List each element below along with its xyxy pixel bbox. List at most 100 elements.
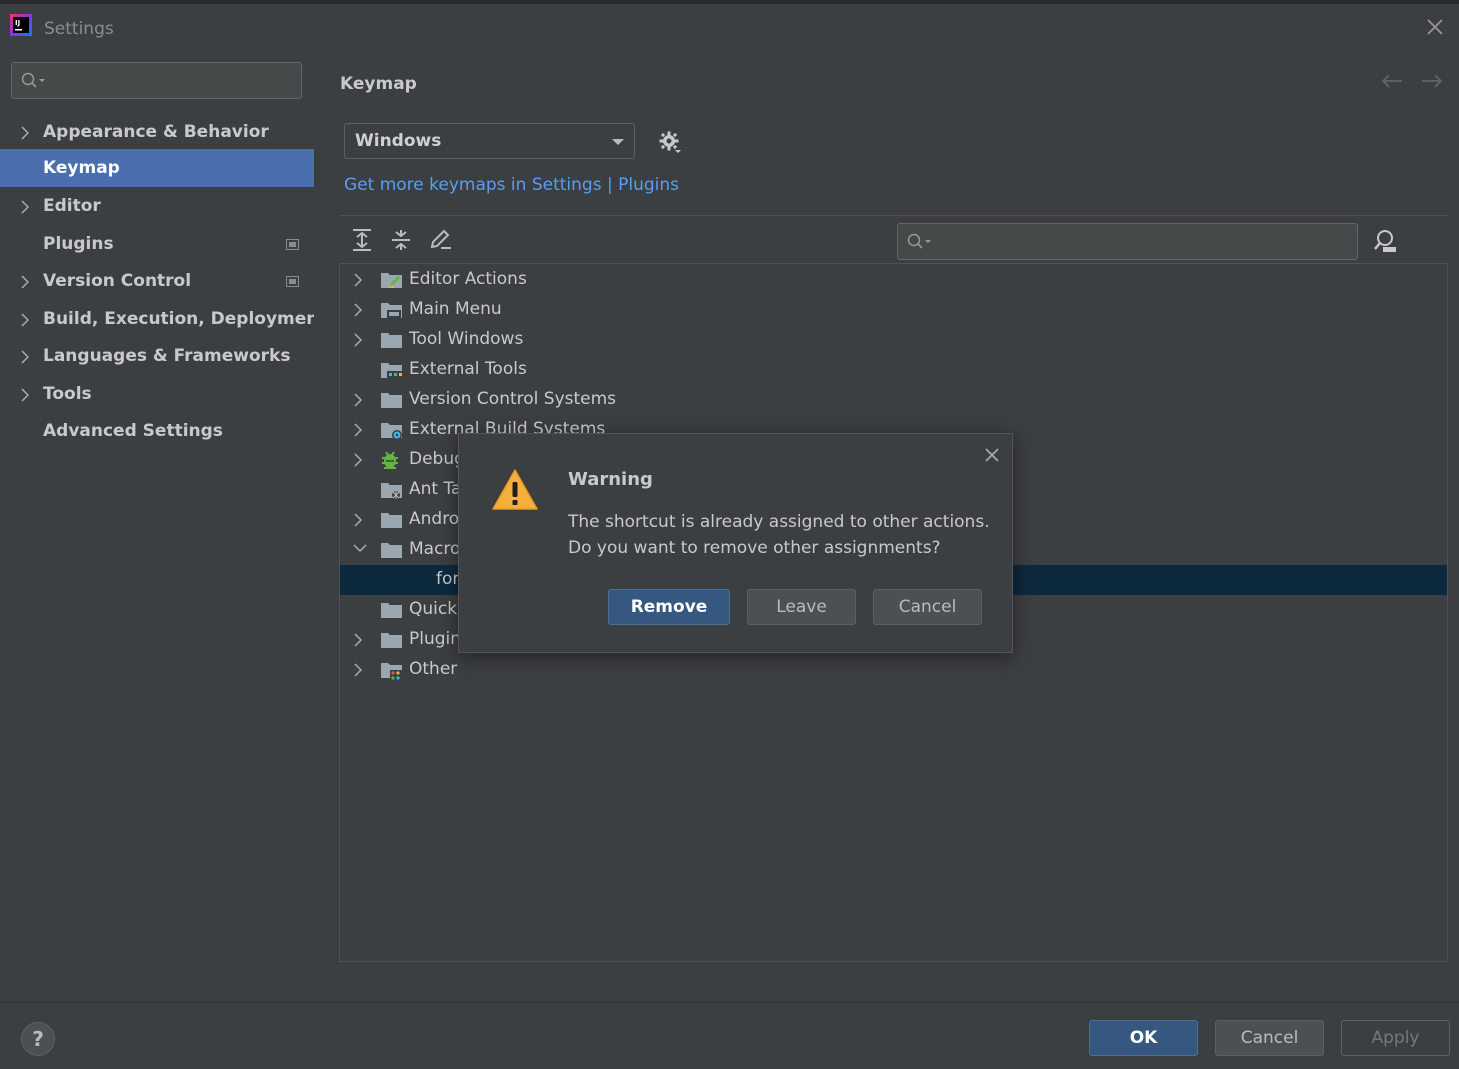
sidebar-item-keymap[interactable]: Keymap: [0, 149, 314, 187]
dialog-title: Warning: [568, 469, 653, 490]
project-settings-icon: [286, 239, 299, 250]
apply-button[interactable]: Apply: [1341, 1020, 1450, 1056]
chevron-right-icon: [354, 663, 363, 677]
sidebar-item-version-control[interactable]: Version Control: [0, 262, 314, 300]
get-more-keymaps-link[interactable]: Get more keymaps in Settings | Plugins: [344, 175, 679, 195]
tree-row-label: Plugin: [409, 629, 462, 649]
chevron-right-icon: [354, 453, 363, 467]
tree-row-editor-actions[interactable]: Editor Actions: [340, 265, 1447, 295]
title-bar: IJ Settings: [0, 0, 1459, 46]
chevron-right-icon: [21, 350, 30, 364]
shortcut-search-input[interactable]: [897, 223, 1358, 260]
tree-row-label: Version Control Systems: [409, 389, 617, 409]
folder-edit-icon: [381, 273, 402, 288]
tree-row-label: Ant Ta: [409, 479, 462, 499]
tree-row-other[interactable]: Other: [340, 655, 1447, 685]
folder-ant-icon: [381, 483, 402, 499]
chevron-right-icon: [21, 313, 30, 327]
dialog-message: The shortcut is already assigned to othe…: [568, 509, 990, 561]
cancel-button[interactable]: Cancel: [1215, 1020, 1324, 1056]
sidebar-item-label: Tools: [43, 384, 92, 404]
tree-row-external-tools[interactable]: External Tools: [340, 355, 1447, 385]
svg-text:IJ: IJ: [15, 19, 20, 27]
tree-row-label: Andro: [409, 509, 460, 529]
close-icon[interactable]: [1424, 16, 1446, 38]
dialog-message-line: The shortcut is already assigned to othe…: [568, 512, 990, 532]
sidebar-item-advanced-settings[interactable]: Advanced Settings: [0, 412, 314, 450]
sidebar-item-build-execution-deployment[interactable]: Build, Execution, Deployment: [0, 300, 327, 338]
sidebar-item-plugins[interactable]: Plugins: [0, 225, 314, 263]
leave-button[interactable]: Leave: [747, 589, 856, 625]
chevron-right-icon: [354, 273, 363, 287]
tree-row-label: Editor Actions: [409, 269, 527, 289]
folder-icon: [381, 333, 402, 348]
tree-row-label: Macro: [409, 539, 461, 559]
arrow-right-icon[interactable]: [1420, 72, 1444, 90]
sidebar-item-label: Languages & Frameworks: [43, 346, 291, 366]
sidebar-item-label: Editor: [43, 196, 101, 216]
folder-icon: [381, 633, 402, 648]
sidebar-item-label: Keymap: [43, 158, 120, 178]
tree-row-label: Quick: [409, 599, 458, 619]
folder-icon: [381, 513, 402, 528]
tree-row-label: Main Menu: [409, 299, 502, 319]
close-icon[interactable]: [983, 446, 1001, 464]
sidebar-item-label: Build, Execution, Deployment: [43, 309, 327, 329]
window-title: Settings: [44, 19, 114, 39]
folder-tools-icon: [381, 363, 402, 379]
sidebar-item-editor[interactable]: Editor: [0, 187, 314, 225]
folder-gear-icon: [381, 423, 402, 440]
tree-row-version-control-systems[interactable]: Version Control Systems: [340, 385, 1447, 415]
arrow-left-icon[interactable]: [1380, 72, 1404, 90]
tree-row-main-menu[interactable]: Main Menu: [340, 295, 1447, 325]
chevron-right-icon: [21, 388, 30, 402]
project-settings-icon: [286, 276, 299, 287]
chevron-down-icon: [612, 139, 624, 145]
folder-icon: [381, 393, 402, 408]
sidebar-item-appearance-behavior[interactable]: Appearance & Behavior: [0, 113, 314, 151]
dialog-cancel-button[interactable]: Cancel: [873, 589, 982, 625]
gear-icon[interactable]: [658, 130, 682, 154]
folder-icon: [381, 543, 402, 558]
chevron-down-icon: [353, 544, 367, 553]
dialog-footer: ? OK Cancel Apply: [0, 1002, 1459, 1069]
bug-icon: [382, 451, 398, 469]
keymap-dropdown-value: Windows: [355, 131, 442, 151]
edit-shortcut-icon[interactable]: [429, 228, 453, 252]
folder-other-icon: [381, 663, 403, 680]
remove-button[interactable]: Remove: [608, 589, 730, 625]
ok-button[interactable]: OK: [1089, 1020, 1198, 1056]
chevron-right-icon: [21, 126, 30, 140]
tree-row-label: Tool Windows: [409, 329, 524, 349]
tree-row-label: External Tools: [409, 359, 527, 379]
sidebar-item-tools[interactable]: Tools: [0, 375, 314, 413]
find-by-shortcut-icon[interactable]: [1372, 228, 1398, 254]
divider: [340, 215, 1448, 216]
tree-row-tool-windows[interactable]: Tool Windows: [340, 325, 1447, 355]
sidebar-item-languages-frameworks[interactable]: Languages & Frameworks: [0, 337, 314, 375]
sidebar-item-label: Advanced Settings: [43, 421, 223, 441]
chevron-right-icon: [354, 633, 363, 647]
chevron-right-icon: [354, 423, 363, 437]
settings-sidebar: Appearance & Behavior Keymap Editor Plug…: [0, 46, 327, 1002]
chevron-right-icon: [354, 333, 363, 347]
keymap-dropdown[interactable]: Windows: [344, 123, 635, 159]
app-logo-icon: IJ: [10, 14, 32, 36]
page-title: Keymap: [340, 74, 417, 94]
chevron-right-icon: [21, 275, 30, 289]
tree-row-label: Other: [409, 659, 458, 679]
sidebar-item-label: Version Control: [43, 271, 192, 291]
chevron-right-icon: [354, 303, 363, 317]
chevron-right-icon: [354, 513, 363, 527]
dialog-message-line: Do you want to remove other assignments?: [568, 538, 941, 558]
sidebar-item-label: Appearance & Behavior: [43, 122, 269, 142]
sidebar-item-label: Plugins: [43, 234, 114, 254]
folder-icon: [381, 603, 402, 618]
warning-dialog: Warning The shortcut is already assigned…: [458, 433, 1013, 653]
collapse-all-icon[interactable]: [390, 228, 412, 252]
expand-all-icon[interactable]: [351, 228, 373, 252]
search-icon: [907, 233, 931, 249]
help-button[interactable]: ?: [21, 1022, 55, 1056]
chevron-right-icon: [354, 393, 363, 407]
sidebar-search-input[interactable]: [11, 62, 302, 99]
